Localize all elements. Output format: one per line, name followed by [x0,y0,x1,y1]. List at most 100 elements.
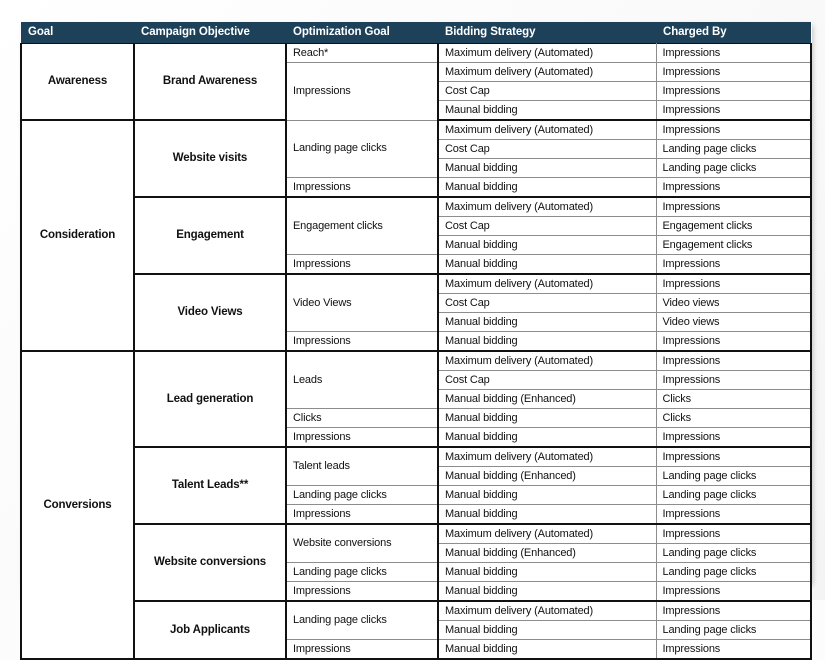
optimization-goal-cell: Reach* [286,43,439,63]
campaign-objective-cell: Job Applicants [134,601,287,660]
optimization-goal-cell: Landing page clicks [286,562,439,582]
charged-by-cell: Video views [656,312,812,332]
table-body: Awareness Brand Awareness Reach* Maximum de… [20,43,812,660]
charged-by-cell: Landing page clicks [656,562,812,582]
bidding-strategy-cell: Manual bidding [438,639,657,660]
column-header-goal: Goal [21,22,134,44]
optimization-goal-cell: Engagement clicks [286,197,439,255]
bidding-strategy-cell: Manual bidding [438,581,657,602]
charged-by-cell: Video views [656,293,812,313]
charged-by-cell: Impressions [656,81,812,101]
charged-by-cell: Impressions [656,370,812,390]
bidding-strategy-cell: Manual bidding [438,254,657,275]
charged-by-cell: Landing page clicks [656,543,812,563]
table-row: Engagement Engagement clicks Maximum deliv… [21,197,812,275]
optimization-goal-cell: Impressions [286,62,439,121]
charged-by-cell: Landing page clicks [656,466,812,486]
bidding-matrix-table: Goal Campaign Objective Optimization Goa… [20,22,812,660]
bidding-strategy-cell: Maximum delivery (Automated) [438,62,657,82]
campaign-objective-cell: Talent Leads** [134,447,287,525]
table-row: Awareness Brand Awareness Reach* Maximum de… [20,43,812,121]
header-row: Goal Campaign Objective Optimization Goa… [21,22,811,44]
optimization-goal-cell: Landing page clicks [286,120,439,178]
optimization-goal-cell: Video Views [286,274,439,332]
bidding-strategy-cell: Cost Cap [438,81,657,101]
bidding-strategy-cell: Cost Cap [438,370,657,390]
charged-by-cell: Landing page clicks [656,485,812,505]
bidding-strategy-cell: Maximum delivery (Automated) [438,351,657,371]
bidding-strategy-cell: Manual bidding [438,331,657,352]
charged-by-cell: Clicks [656,408,812,428]
bidding-strategy-cell: Maximum delivery (Automated) [438,524,657,544]
bidding-strategy-cell: Maximum delivery (Automated) [438,197,657,217]
charged-by-cell: Impressions [656,43,812,63]
charged-by-cell: Impressions [656,120,812,140]
charged-by-cell: Impressions [656,274,812,294]
bidding-strategy-cell: Manual bidding (Enhanced) [438,466,657,486]
charged-by-cell: Impressions [656,447,812,467]
bidding-strategy-cell: Manual bidding [438,620,657,640]
bidding-strategy-cell: Maximum delivery (Automated) [438,447,657,467]
campaign-objective-cell: Website conversions [134,524,287,602]
optimization-goal-cell: Landing page clicks [286,601,439,640]
table-row: Consideration Website visits Landing page … [20,120,812,352]
campaign-objective-cell: Lead generation [134,351,287,448]
page-canvas: Goal Campaign Objective Optimization Goa… [0,0,825,660]
optimization-goal-cell: Impressions [286,581,439,602]
charged-by-cell: Engagement clicks [656,235,812,255]
column-header-charged-by: Charged By [656,22,811,44]
table-row: Talent Leads** Talent leads Maximum delive… [21,447,812,525]
optimization-goal-cell: Impressions [286,639,439,660]
bidding-strategy-cell: Maunal bidding [438,100,657,121]
column-header-bidding-strategy: Bidding Strategy [438,22,656,44]
campaign-objective-cell: Engagement [134,197,287,275]
bidding-strategy-cell: Cost Cap [438,293,657,313]
column-header-campaign-objective: Campaign Objective [134,22,286,44]
bidding-strategy-cell: Manual bidding [438,158,657,178]
bidding-strategy-cell: Maximum delivery (Automated) [438,43,657,63]
table-row: Website conversions Website conversions Ma… [21,524,812,602]
charged-by-cell: Impressions [656,581,812,602]
bidding-strategy-cell: Manual bidding (Enhanced) [438,543,657,563]
charged-by-cell: Impressions [656,351,812,371]
table-header: Goal Campaign Objective Optimization Goa… [21,22,811,44]
goal-cell: Consideration [20,120,135,352]
optimization-goal-cell: Impressions [286,504,439,525]
bidding-strategy-cell: Manual bidding [438,177,657,198]
bidding-strategy-cell: Cost Cap [438,216,657,236]
charged-by-cell: Landing page clicks [656,158,812,178]
charged-by-cell: Impressions [656,100,812,121]
optimization-goal-cell: Impressions [286,254,439,275]
charged-by-cell: Impressions [656,62,812,82]
optimization-goal-cell: Clicks [286,408,439,428]
optimization-goal-cell: Leads [286,351,439,409]
charged-by-cell: Impressions [656,177,812,198]
campaign-objective-cell: Website visits [134,120,287,198]
column-header-optimization-goal: Optimization Goal [286,22,438,44]
bidding-strategy-cell: Maximum delivery (Automated) [438,274,657,294]
charged-by-cell: Impressions [656,601,812,621]
bidding-strategy-cell: Cost Cap [438,139,657,159]
charged-by-cell: Impressions [656,197,812,217]
charged-by-cell: Landing page clicks [656,620,812,640]
table-row: Job Applicants Landing page clicks Maximum… [21,601,812,660]
optimization-goal-cell: Impressions [286,427,439,448]
bidding-matrix-container: Goal Campaign Objective Optimization Goa… [20,22,812,660]
bidding-strategy-cell: Manual bidding [438,485,657,505]
charged-by-cell: Impressions [656,504,812,525]
charged-by-cell: Engagement clicks [656,216,812,236]
optimization-goal-cell: Talent leads [286,447,439,486]
charged-by-cell: Impressions [656,427,812,448]
goal-cell: Conversions [20,351,135,660]
optimization-goal-cell: Impressions [286,331,439,352]
charged-by-cell: Impressions [656,254,812,275]
table-row: Conversions Lead generation Leads Maximum d… [20,351,812,660]
bidding-strategy-cell: Manual bidding [438,504,657,525]
campaign-objective-cell: Video Views [134,274,287,352]
charged-by-cell: Landing page clicks [656,139,812,159]
bidding-strategy-cell: Maximum delivery (Automated) [438,120,657,140]
bidding-strategy-cell: Manual bidding [438,427,657,448]
campaign-objective-cell: Brand Awareness [134,43,287,121]
charged-by-cell: Impressions [656,639,812,660]
optimization-goal-cell: Website conversions [286,524,439,563]
